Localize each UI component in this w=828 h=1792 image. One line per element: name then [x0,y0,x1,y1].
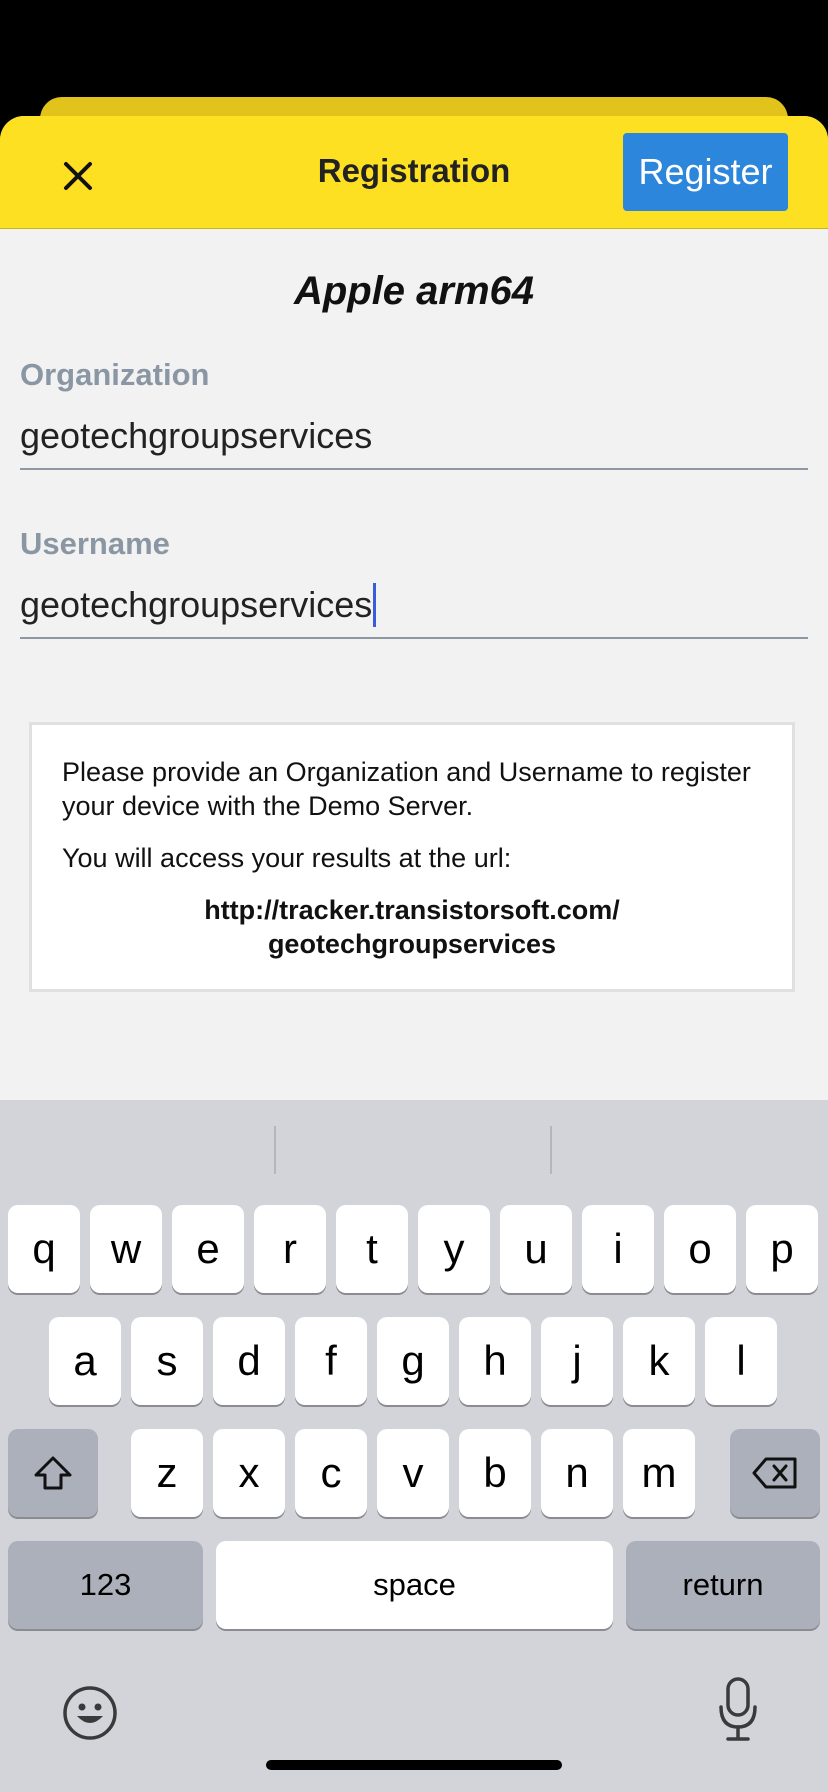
return-key[interactable]: return [626,1541,820,1629]
key-t[interactable]: t [336,1205,408,1293]
key-j[interactable]: j [541,1317,613,1405]
text-caret [373,583,377,627]
key-y[interactable]: y [418,1205,490,1293]
key-z[interactable]: z [131,1429,203,1517]
key-d[interactable]: d [213,1317,285,1405]
username-value: geotechgroupservices [20,584,373,625]
close-icon [64,162,92,190]
organization-label: Organization [20,357,210,392]
key-l[interactable]: l [705,1317,777,1405]
organization-field[interactable]: geotechgroupservices [20,404,808,470]
dictation-button[interactable] [718,1677,758,1743]
home-indicator [266,1760,562,1770]
info-text: Please provide an Organization and Usern… [62,757,751,821]
key-w[interactable]: w [90,1205,162,1293]
register-button[interactable]: Register [623,133,788,211]
key-v[interactable]: v [377,1429,449,1517]
emoji-button[interactable] [62,1685,118,1741]
backspace-icon [752,1457,797,1489]
key-a[interactable]: a [49,1317,121,1405]
results-url-line1: http://tracker.transistorsoft.com/ [204,895,620,925]
key-g[interactable]: g [377,1317,449,1405]
header-bar: Registration Register [0,116,828,229]
space-key[interactable]: space [216,1541,613,1629]
username-field[interactable]: geotechgroupservices [20,573,808,639]
info-box: Please provide an Organization and Usern… [29,722,795,992]
key-c[interactable]: c [295,1429,367,1517]
microphone-icon [719,1677,757,1741]
suggestion-divider [550,1126,552,1174]
key-r[interactable]: r [254,1205,326,1293]
info-url-intro: You will access your results at the url: [62,843,512,873]
key-b[interactable]: b [459,1429,531,1517]
key-q[interactable]: q [8,1205,80,1293]
key-x[interactable]: x [213,1429,285,1517]
results-url: http://tracker.transistorsoft.com/ geote… [62,893,762,961]
delete-key[interactable] [730,1429,820,1517]
shift-icon [34,1456,72,1490]
suggestion-divider [274,1126,276,1174]
key-i[interactable]: i [582,1205,654,1293]
key-u[interactable]: u [500,1205,572,1293]
emoji-icon [63,1686,117,1740]
key-h[interactable]: h [459,1317,531,1405]
key-o[interactable]: o [664,1205,736,1293]
keyboard: q w e r t y u i o p a s d f g h j k l z … [0,1100,828,1792]
close-button[interactable] [54,152,102,200]
key-k[interactable]: k [623,1317,695,1405]
key-p[interactable]: p [746,1205,818,1293]
key-e[interactable]: e [172,1205,244,1293]
results-url-line2: geotechgroupservices [267,929,557,959]
key-s[interactable]: s [131,1317,203,1405]
numbers-key[interactable]: 123 [8,1541,203,1629]
key-f[interactable]: f [295,1317,367,1405]
shift-key[interactable] [8,1429,98,1517]
username-label: Username [20,526,170,561]
device-name: Apple arm64 [293,269,535,313]
key-m[interactable]: m [623,1429,695,1517]
organization-value: geotechgroupservices [20,415,373,456]
key-n[interactable]: n [541,1429,613,1517]
